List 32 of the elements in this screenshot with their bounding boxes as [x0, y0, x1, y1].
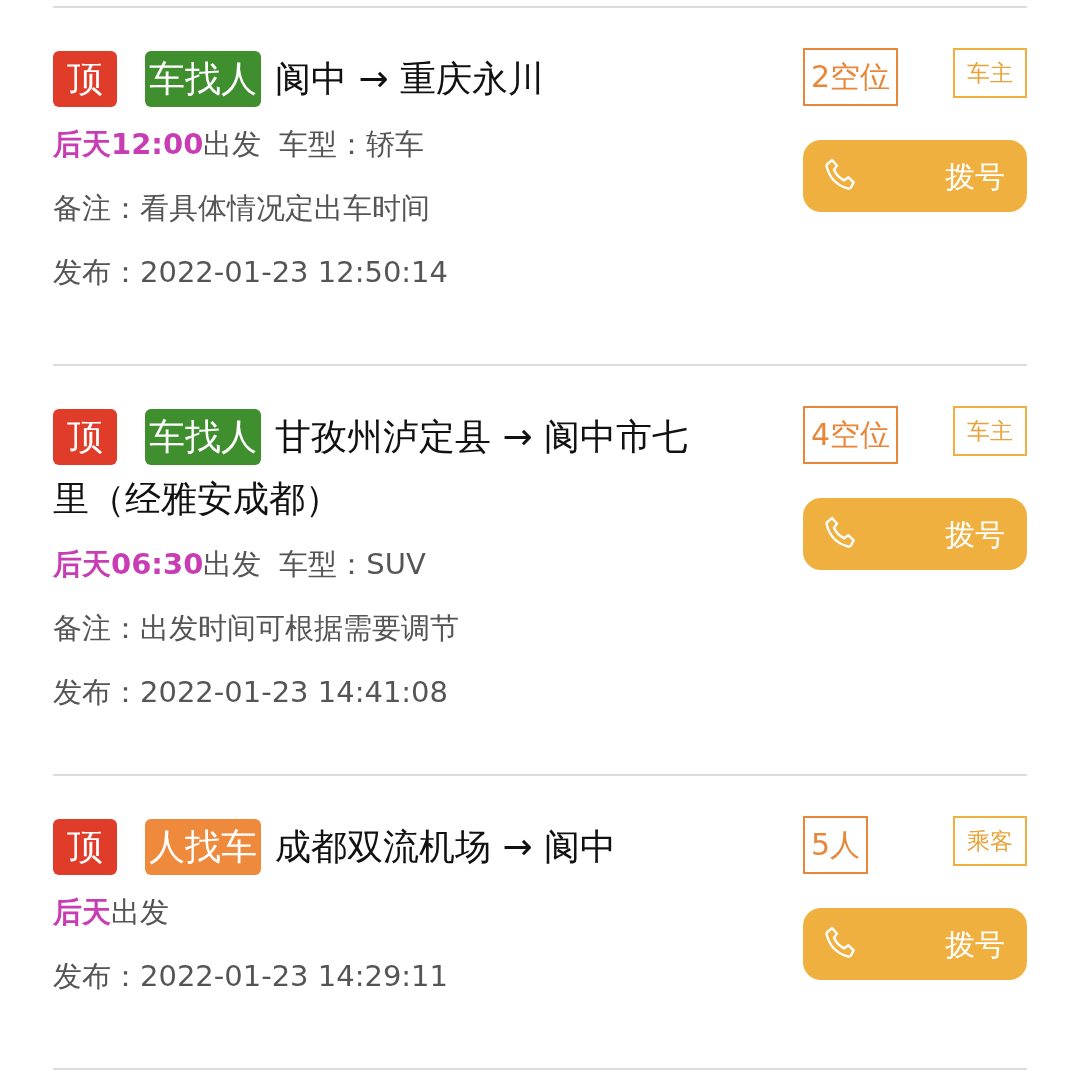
- departure-label: 出发: [111, 894, 169, 931]
- seats-tag: 4空位: [803, 406, 899, 464]
- route-text: 里（经雅安成都）: [53, 477, 342, 521]
- dial-button[interactable]: 拨号: [803, 498, 1027, 570]
- car-type: 车型：轿车: [279, 126, 425, 163]
- pinned-badge: 顶: [53, 409, 117, 465]
- role-tag: 乘客: [953, 816, 1027, 866]
- departure-time: 后天12:00: [53, 126, 204, 163]
- departure-label: 出发: [203, 546, 262, 583]
- publish-time: 发布：2022-01-23 14:41:08: [53, 674, 449, 711]
- seats-tag: 2空位: [803, 48, 899, 106]
- pinned-badge: 顶: [53, 51, 117, 107]
- dial-button[interactable]: 拨号: [803, 140, 1027, 212]
- seats-tag: 5人: [803, 816, 869, 874]
- route-text: 成都双流机场 → 阆中: [275, 825, 617, 869]
- note-text: 备注：看具体情况定出车时间: [53, 190, 431, 227]
- departure-time: 后天06:30: [53, 546, 204, 583]
- dial-button[interactable]: 拨号: [803, 908, 1027, 980]
- role-tag: 车主: [953, 48, 1027, 98]
- publish-time: 发布：2022-01-23 12:50:14: [53, 254, 449, 291]
- departure-label: 出发: [203, 126, 262, 163]
- publish-time: 发布：2022-01-23 14:29:11: [53, 958, 449, 995]
- route-text: 阆中 → 重庆永川: [275, 57, 545, 101]
- note-text: 备注：出发时间可根据需要调节: [53, 610, 460, 647]
- pinned-badge: 顶: [53, 819, 117, 875]
- route-text: 甘孜州泸定县 → 阆中市七: [275, 415, 689, 459]
- departure-time: 后天: [53, 894, 111, 931]
- role-tag: 车主: [953, 406, 1027, 456]
- type-badge: 车找人: [145, 409, 261, 465]
- car-type: 车型：SUV: [279, 546, 426, 583]
- type-badge: 人找车: [145, 819, 261, 875]
- type-badge: 车找人: [145, 51, 261, 107]
